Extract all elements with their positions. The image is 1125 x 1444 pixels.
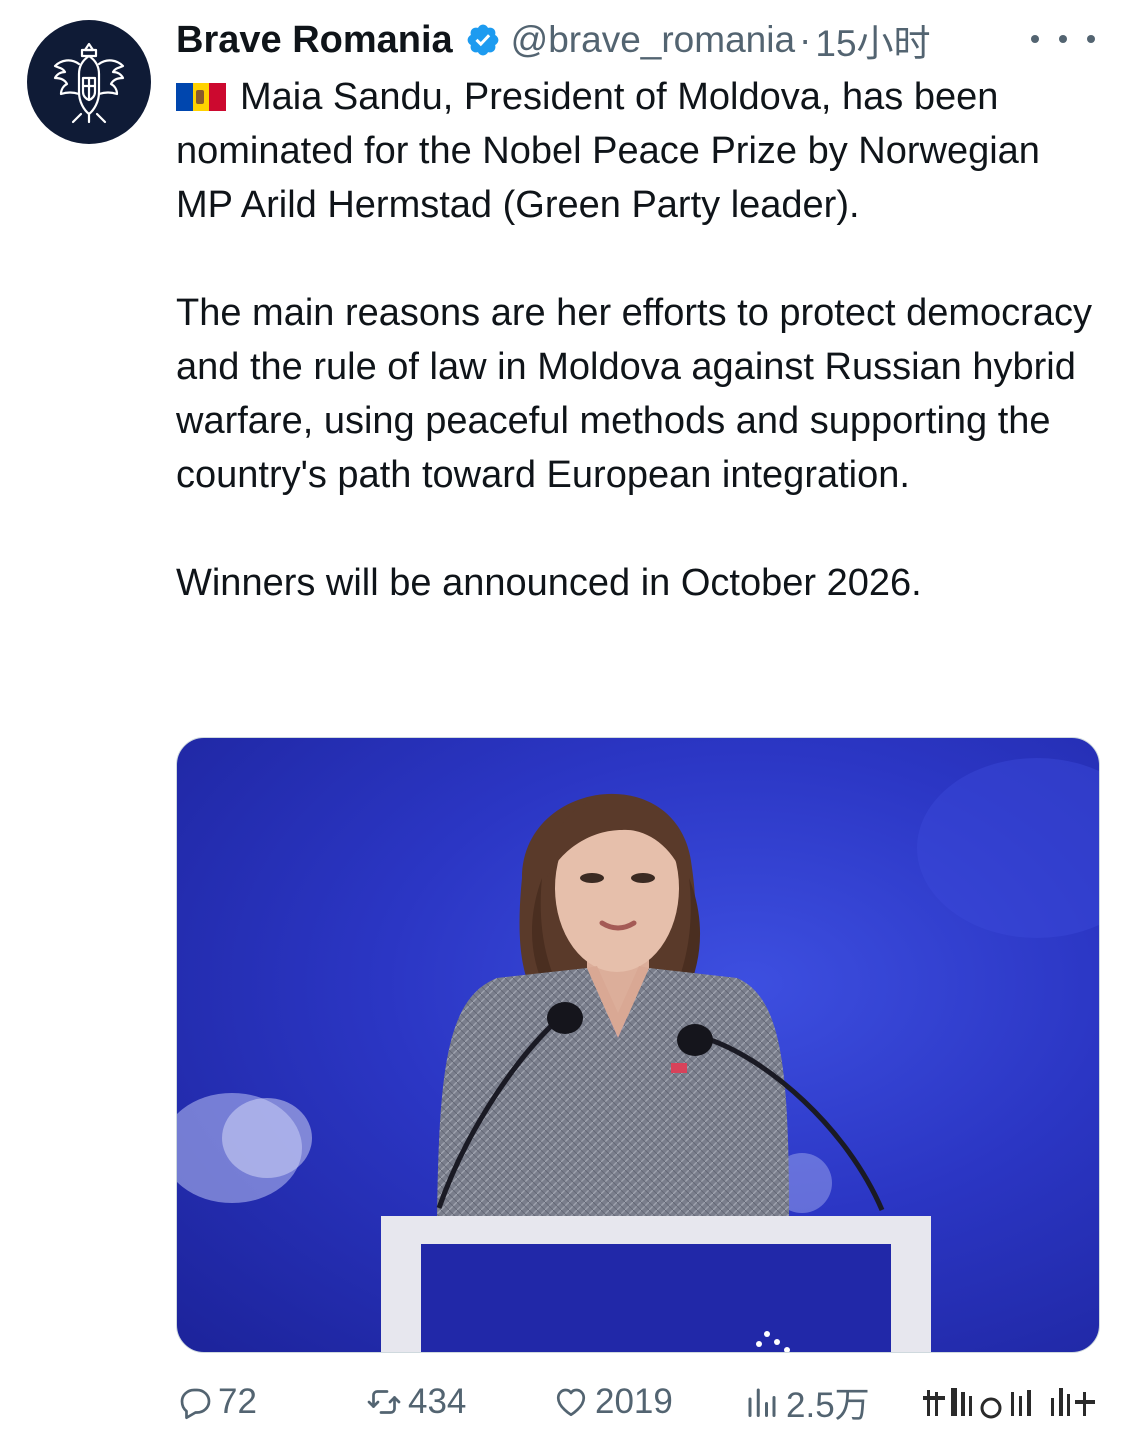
author-avatar[interactable] [27,20,151,144]
verified-badge-icon [465,22,501,58]
tweet-photo[interactable] [176,737,1100,1353]
tweet-paragraph: The main reasons are her efforts to prot… [176,292,1092,496]
tweet-timestamp[interactable]: 15小时 [815,13,930,67]
share-button[interactable] [921,1374,1101,1430]
speaker-at-podium-illustration [177,758,1099,1352]
reply-button[interactable]: 72 [176,1374,257,1430]
more-horizontal-icon[interactable] [1031,24,1095,54]
heart-icon [556,1388,586,1417]
reply-bubble-icon [180,1388,211,1420]
tweet-action-bar: 72 434 2019 2.5万 [176,1374,1106,1430]
author-handle[interactable]: @brave_romania [511,19,795,61]
retweet-count: 434 [408,1382,467,1421]
coat-of-arms-logo [53,42,125,124]
reply-count: 72 [218,1382,257,1421]
tweet-header: Brave Romania @brave_romania · 15小时 [176,14,931,66]
retweet-button[interactable]: 434 [366,1374,466,1430]
header-separator: · [799,19,812,60]
views-button[interactable]: 2.5万 [744,1374,870,1430]
like-button[interactable]: 2019 [553,1374,673,1430]
share-watermark-icon [923,1388,1095,1419]
tweet-paragraph: Maia Sandu, President of Moldova, has be… [176,70,1101,232]
tweet-paragraph: Winners will be announced in October 202… [176,562,922,604]
views-bar-chart-icon [748,1388,776,1417]
moldova-flag-icon [176,83,227,111]
retweet-icon [367,1390,401,1414]
like-count: 2019 [595,1382,673,1421]
tweet-text: Maia Sandu, President of Moldova, has be… [176,70,1101,610]
author-display-name[interactable]: Brave Romania [176,19,453,62]
views-count: 2.5万 [786,1385,870,1425]
tweet-paragraph-text: Maia Sandu, President of Moldova, has be… [176,76,1040,226]
